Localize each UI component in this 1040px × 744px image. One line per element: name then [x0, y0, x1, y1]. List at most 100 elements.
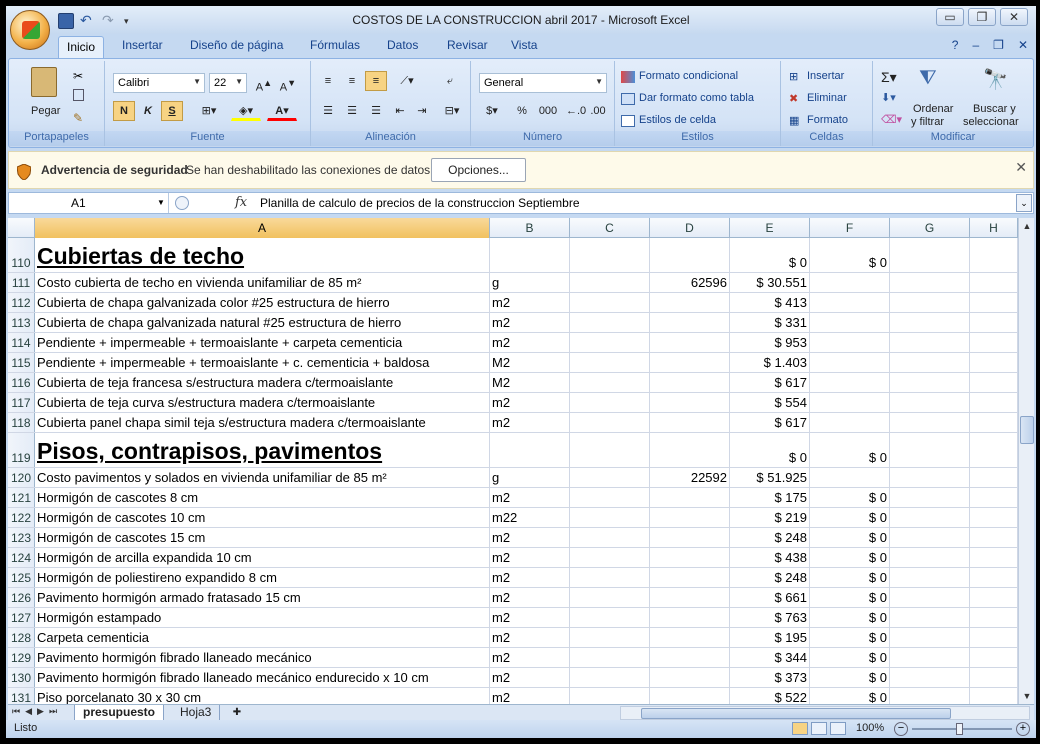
security-options-button[interactable]: Opciones...: [431, 158, 526, 182]
cell-h[interactable]: [970, 433, 1018, 467]
office-button[interactable]: [10, 10, 50, 50]
cell-c[interactable]: [570, 433, 650, 467]
cell-c[interactable]: [570, 353, 650, 372]
cell-a[interactable]: Piso porcelanato 30 x 30 cm: [35, 688, 490, 704]
cell-f[interactable]: $ 0: [810, 528, 890, 547]
cell-e[interactable]: $ 175: [730, 488, 810, 507]
cell-d[interactable]: [650, 413, 730, 432]
cell-h[interactable]: [970, 608, 1018, 627]
scroll-down-icon[interactable]: ▼: [1019, 688, 1035, 704]
cell-b[interactable]: m2: [490, 393, 570, 412]
cell-f[interactable]: $ 0: [810, 238, 890, 272]
cell-b[interactable]: [490, 238, 570, 272]
cell-h[interactable]: [970, 628, 1018, 647]
cell-b[interactable]: m2: [490, 668, 570, 687]
insert-function-icon[interactable]: fx: [235, 195, 247, 210]
cell-d[interactable]: [650, 488, 730, 507]
cell-f[interactable]: $ 0: [810, 568, 890, 587]
cell-d[interactable]: 22592: [650, 468, 730, 487]
cell-h[interactable]: [970, 568, 1018, 587]
cell-f[interactable]: [810, 413, 890, 432]
cell-f[interactable]: [810, 293, 890, 312]
sort-filter-button-line2[interactable]: y filtrar: [911, 116, 944, 128]
table-row[interactable]: 115 Pendiente + impermeable + termoaislan…: [8, 353, 1018, 373]
format-painter-icon[interactable]: ✎: [73, 111, 83, 125]
cell-d[interactable]: [650, 313, 730, 332]
cell-b[interactable]: m2: [490, 313, 570, 332]
cell-e[interactable]: $ 248: [730, 528, 810, 547]
cell-b[interactable]: m2: [490, 548, 570, 567]
cell-b[interactable]: m2: [490, 688, 570, 704]
cell-b[interactable]: m2: [490, 488, 570, 507]
cell-a[interactable]: Costo cubierta de techo en vivienda unif…: [35, 273, 490, 292]
cell-f[interactable]: [810, 373, 890, 392]
cell-h[interactable]: [970, 333, 1018, 352]
cell-h[interactable]: [970, 548, 1018, 567]
cell-e[interactable]: $ 617: [730, 413, 810, 432]
align-bottom-icon[interactable]: ≡: [365, 71, 387, 91]
cell-f[interactable]: $ 0: [810, 668, 890, 687]
cell-e[interactable]: $ 522: [730, 688, 810, 704]
clear-icon[interactable]: ⌫▾: [881, 113, 902, 126]
column-header-b[interactable]: B: [490, 218, 570, 238]
cell-a[interactable]: Hormigón de arcilla expandida 10 cm: [35, 548, 490, 567]
table-row[interactable]: 119 Pisos, contrapisos, pavimentos $ 0 $ 0: [8, 433, 1018, 468]
table-row[interactable]: 120 Costo pavimentos y solados en viviend…: [8, 468, 1018, 488]
sheet-nav-arrows-icon[interactable]: ⏮◀▶⏭: [12, 706, 62, 717]
minimize-button[interactable]: ▭: [936, 8, 964, 26]
autosum-icon[interactable]: Σ▾: [881, 69, 897, 86]
delete-cells-button[interactable]: Eliminar: [807, 92, 847, 104]
fill-color-icon[interactable]: ◈▾: [231, 101, 261, 121]
insert-sheet-icon[interactable]: ✚: [228, 705, 246, 721]
cell-e[interactable]: $ 438: [730, 548, 810, 567]
cell-f[interactable]: $ 0: [810, 648, 890, 667]
cell-c[interactable]: [570, 628, 650, 647]
cell-a[interactable]: Cubierta panel chapa simil teja s/estruc…: [35, 413, 490, 432]
cell-c[interactable]: [570, 488, 650, 507]
sort-filter-button[interactable]: Ordenar: [913, 103, 953, 115]
cell-h[interactable]: [970, 393, 1018, 412]
cell-b[interactable]: m22: [490, 508, 570, 527]
cell-g[interactable]: [890, 488, 970, 507]
cell-f[interactable]: [810, 333, 890, 352]
cell-c[interactable]: [570, 273, 650, 292]
align-center-icon[interactable]: ☰: [341, 101, 363, 121]
cell-e[interactable]: $ 219: [730, 508, 810, 527]
formula-bar-handle-icon[interactable]: [175, 196, 189, 210]
cell-d[interactable]: [650, 353, 730, 372]
tab-inicio[interactable]: Inicio: [58, 36, 104, 58]
cell-e[interactable]: $ 413: [730, 293, 810, 312]
align-right-icon[interactable]: ☰: [365, 101, 387, 121]
column-header-a[interactable]: A: [35, 218, 490, 238]
copy-icon[interactable]: [73, 89, 84, 101]
cell-g[interactable]: [890, 293, 970, 312]
increase-decimal-icon[interactable]: ←.0: [565, 101, 587, 121]
cell-h[interactable]: [970, 238, 1018, 272]
ribbon-restore-icon[interactable]: ❐: [993, 38, 1004, 52]
table-row[interactable]: 125 Hormigón de poliestireno expandido 8 …: [8, 568, 1018, 588]
cell-f[interactable]: [810, 393, 890, 412]
column-header-f[interactable]: F: [810, 218, 890, 238]
horizontal-scroll-thumb[interactable]: [641, 708, 951, 719]
select-all-corner[interactable]: [8, 218, 35, 238]
close-button[interactable]: ✕: [1000, 8, 1028, 26]
expand-formula-bar-icon[interactable]: ⌄: [1016, 194, 1032, 212]
cell-g[interactable]: [890, 668, 970, 687]
table-row[interactable]: 127 Hormigón estampado m2 $ 763 $ 0: [8, 608, 1018, 628]
cell-b[interactable]: m2: [490, 648, 570, 667]
cell-a[interactable]: Hormigón de cascotes 15 cm: [35, 528, 490, 547]
cell-e[interactable]: $ 331: [730, 313, 810, 332]
cell-c[interactable]: [570, 608, 650, 627]
currency-button[interactable]: $▾: [479, 101, 505, 121]
row-header[interactable]: 131: [8, 688, 35, 704]
cell-a[interactable]: Pisos, contrapisos, pavimentos: [35, 433, 490, 467]
font-color-icon[interactable]: A▾: [267, 101, 297, 121]
tab-diseno-pagina[interactable]: Diseño de página: [190, 38, 283, 52]
cell-g[interactable]: [890, 353, 970, 372]
row-header[interactable]: 112: [8, 293, 35, 312]
table-row[interactable]: 118 Cubierta panel chapa simil teja s/est…: [8, 413, 1018, 433]
cell-a[interactable]: Cubierta de chapa galvanizada color #25 …: [35, 293, 490, 312]
cell-f[interactable]: $ 0: [810, 433, 890, 467]
cell-b[interactable]: m2: [490, 588, 570, 607]
row-header[interactable]: 127: [8, 608, 35, 627]
